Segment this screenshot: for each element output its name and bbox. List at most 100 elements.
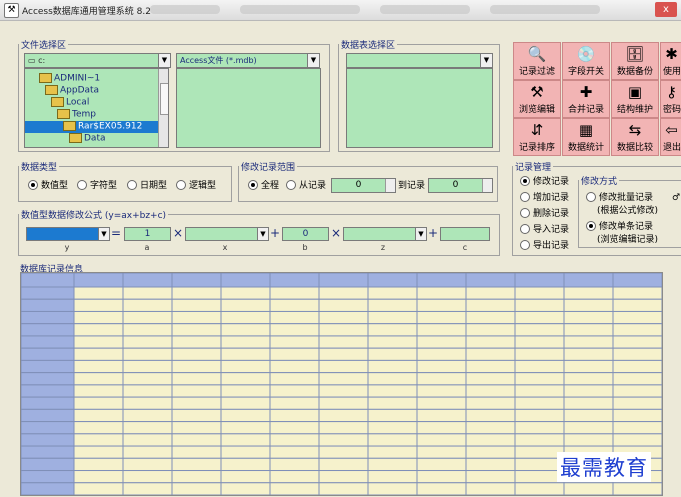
- grid-cell[interactable]: [465, 298, 516, 312]
- grid-cell[interactable]: [73, 298, 124, 312]
- grid-cell[interactable]: [563, 323, 614, 337]
- grid-cell[interactable]: [612, 347, 662, 361]
- row-header[interactable]: [21, 359, 75, 374]
- grid-cell[interactable]: [465, 323, 516, 337]
- grid-cell[interactable]: [269, 298, 320, 312]
- grid-cell[interactable]: [171, 396, 222, 410]
- grid-cell[interactable]: [318, 433, 369, 447]
- chevron-down-icon[interactable]: ▼: [480, 54, 492, 67]
- grid-cell[interactable]: [367, 323, 418, 337]
- grid-cell[interactable]: [612, 298, 662, 312]
- radio-record-range[interactable]: 从记录: [286, 179, 326, 192]
- grid-cell[interactable]: [416, 457, 467, 472]
- grid-cell[interactable]: [367, 347, 418, 361]
- grid-cell[interactable]: [171, 310, 222, 325]
- grid-cell[interactable]: [73, 396, 124, 410]
- grid-cell[interactable]: [220, 335, 271, 349]
- grid-cell[interactable]: [563, 359, 614, 374]
- grid-cell[interactable]: [269, 323, 320, 337]
- grid-cell[interactable]: [612, 396, 662, 410]
- radio-import-record[interactable]: 导入记录: [520, 223, 569, 236]
- grid-cell[interactable]: [269, 470, 320, 484]
- grid-cell[interactable]: [612, 408, 662, 423]
- grid-cell[interactable]: [563, 482, 614, 495]
- grid-cell[interactable]: [269, 286, 320, 300]
- grid-cell[interactable]: [171, 457, 222, 472]
- grid-cell[interactable]: [612, 482, 662, 495]
- coef-b-input[interactable]: 0: [282, 227, 329, 241]
- grid-cell[interactable]: [465, 433, 516, 447]
- grid-cell[interactable]: [367, 310, 418, 325]
- exit-button[interactable]: ⇦ 退出: [660, 118, 681, 156]
- grid-cell[interactable]: [122, 310, 173, 325]
- grid-cell[interactable]: [220, 457, 271, 472]
- drive-combo[interactable]: ▭ c: ▼: [24, 53, 171, 68]
- spin-arrows-icon[interactable]: [482, 179, 492, 192]
- file-filter-combo[interactable]: Access文件 (*.mdb) ▼: [176, 53, 320, 68]
- grid-cell[interactable]: [514, 323, 565, 337]
- column-header[interactable]: [73, 273, 124, 288]
- row-header[interactable]: [21, 408, 75, 423]
- y-field-combo[interactable]: ▼: [26, 227, 110, 241]
- grid-cell[interactable]: [563, 408, 614, 423]
- grid-cell[interactable]: [171, 298, 222, 312]
- grid-cell[interactable]: [465, 310, 516, 325]
- grid-cell[interactable]: [367, 384, 418, 398]
- row-header[interactable]: [21, 372, 75, 386]
- grid-cell[interactable]: [563, 421, 614, 435]
- radio-single-modify[interactable]: 修改单条记录: [586, 220, 653, 233]
- grid-cell[interactable]: [318, 310, 369, 325]
- grid-cell[interactable]: [612, 323, 662, 337]
- grid-cell[interactable]: [465, 384, 516, 398]
- grid-cell[interactable]: [122, 286, 173, 300]
- grid-cell[interactable]: [171, 470, 222, 484]
- grid-cell[interactable]: [220, 408, 271, 423]
- grid-cell[interactable]: [367, 359, 418, 374]
- column-header[interactable]: [220, 273, 271, 288]
- radio-add-record[interactable]: 增加记录: [520, 191, 569, 204]
- chevron-down-icon[interactable]: ▼: [257, 228, 268, 240]
- row-header[interactable]: [21, 433, 75, 447]
- tree-scrollbar[interactable]: [158, 69, 168, 147]
- from-record-spinner[interactable]: 0: [331, 178, 396, 193]
- grid-cell[interactable]: [73, 359, 124, 374]
- grid-cell[interactable]: [318, 396, 369, 410]
- tree-node[interactable]: AppData: [45, 85, 99, 97]
- grid-cell[interactable]: [269, 396, 320, 410]
- record-sort-button[interactable]: ⇵ 记录排序: [513, 118, 561, 156]
- grid-cell[interactable]: [416, 310, 467, 325]
- grid-cell[interactable]: [465, 482, 516, 495]
- grid-cell[interactable]: [73, 457, 124, 472]
- grid-cell[interactable]: [465, 347, 516, 361]
- data-compare-button[interactable]: ⇆ 数据比较: [611, 118, 659, 156]
- grid-cell[interactable]: [122, 421, 173, 435]
- grid-cell[interactable]: [122, 384, 173, 398]
- grid-cell[interactable]: [514, 384, 565, 398]
- radio-boolean[interactable]: 逻辑型: [176, 179, 216, 192]
- grid-cell[interactable]: [73, 421, 124, 435]
- grid-cell[interactable]: [318, 445, 369, 459]
- grid-cell[interactable]: [318, 457, 369, 472]
- grid-cell[interactable]: [416, 433, 467, 447]
- grid-cell[interactable]: [171, 372, 222, 386]
- grid-cell[interactable]: [73, 323, 124, 337]
- grid-cell[interactable]: [171, 384, 222, 398]
- grid-cell[interactable]: [171, 286, 222, 300]
- grid-cell[interactable]: [269, 445, 320, 459]
- grid-cell[interactable]: [220, 347, 271, 361]
- grid-cell[interactable]: [269, 359, 320, 374]
- grid-cell[interactable]: [318, 482, 369, 495]
- scroll-thumb[interactable]: [160, 83, 168, 115]
- grid-cell[interactable]: [367, 372, 418, 386]
- grid-cell[interactable]: [171, 323, 222, 337]
- file-list[interactable]: [176, 68, 321, 148]
- grid-cell[interactable]: [367, 408, 418, 423]
- grid-cell[interactable]: [612, 421, 662, 435]
- row-header[interactable]: [21, 384, 75, 398]
- grid-cell[interactable]: [171, 335, 222, 349]
- folder-tree[interactable]: ADMINI~1 AppData Local Temp Rar$EX05.912…: [24, 68, 169, 148]
- chevron-down-icon[interactable]: ▼: [158, 54, 170, 67]
- row-header[interactable]: [21, 335, 75, 349]
- grid-cell[interactable]: [514, 408, 565, 423]
- grid-cell[interactable]: [514, 421, 565, 435]
